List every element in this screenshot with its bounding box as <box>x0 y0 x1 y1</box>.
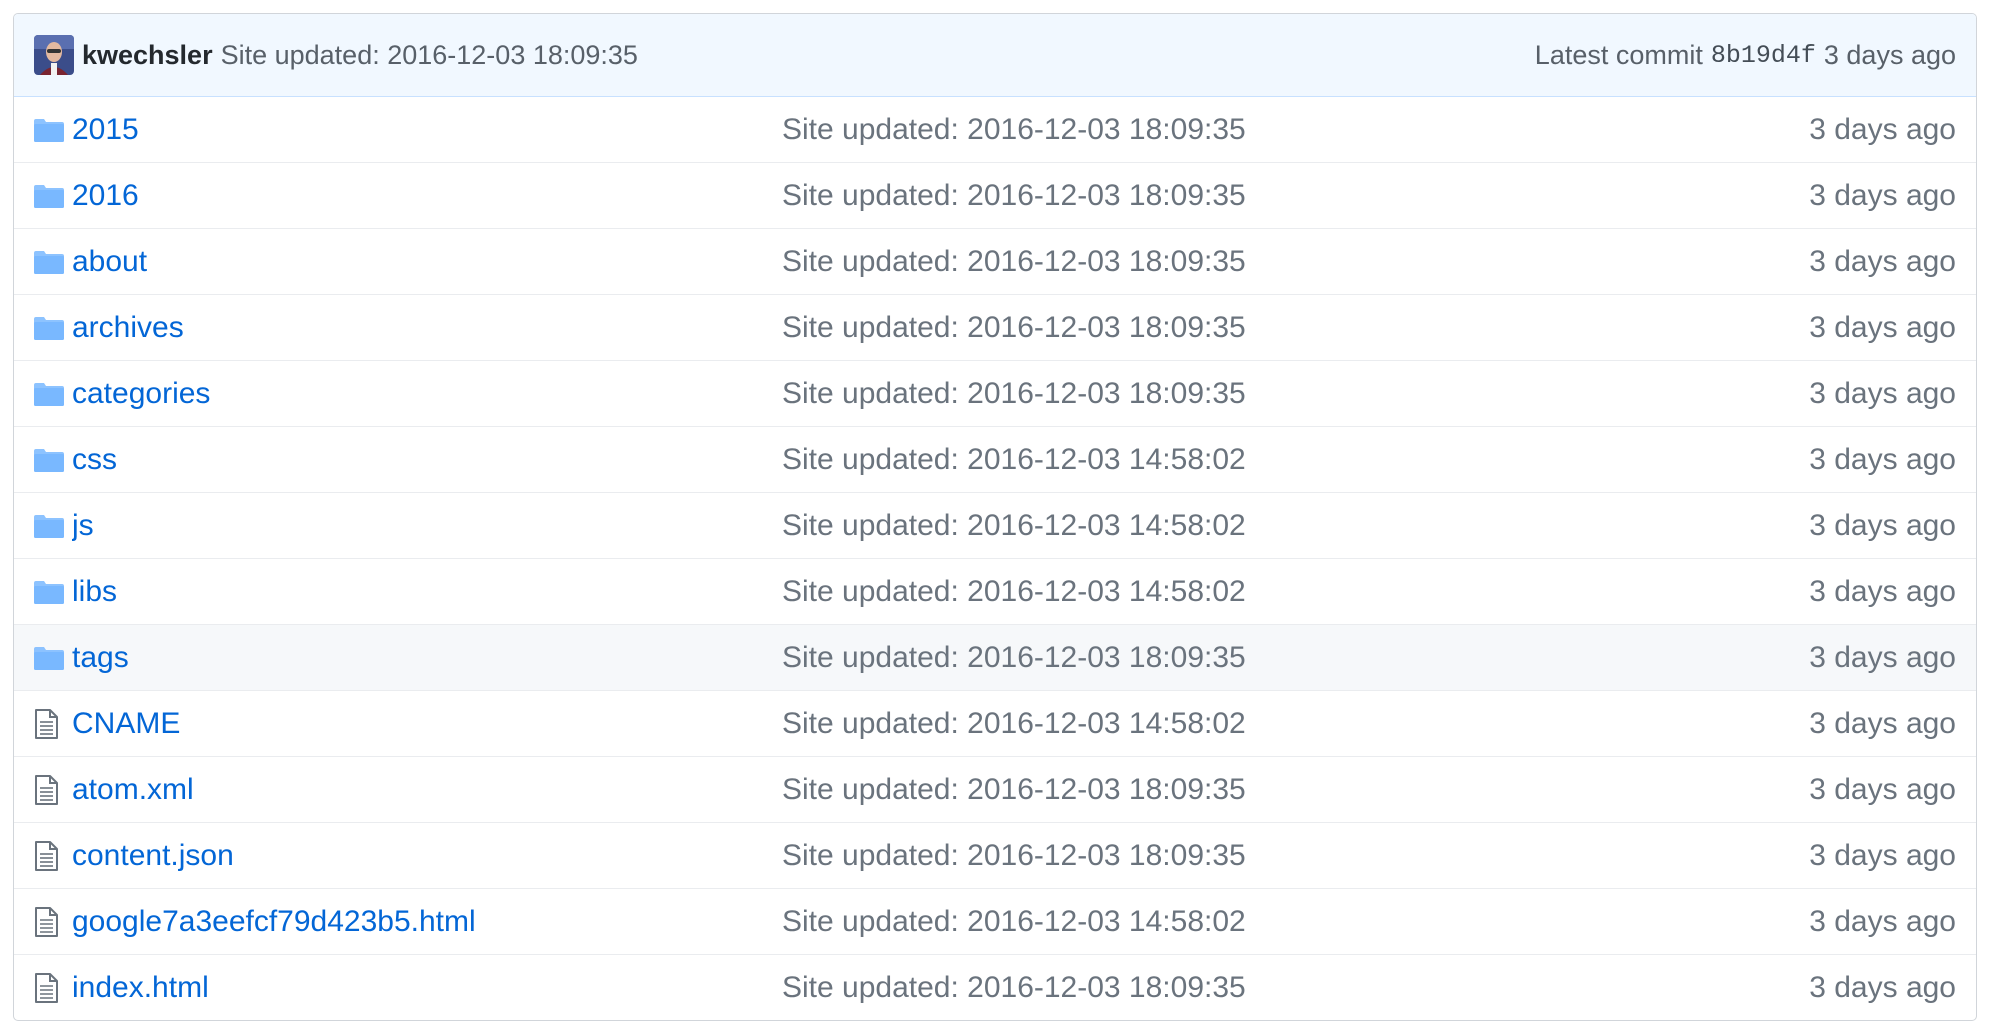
file-row[interactable]: tags Site updated: 2016-12-03 18:09:35 3 d… <box>14 625 1976 691</box>
file-name-cell: css <box>72 443 782 477</box>
file-name-cell: tags <box>72 641 782 675</box>
folder-icon <box>34 118 72 142</box>
file-name-link[interactable]: js <box>72 509 94 542</box>
latest-commit: Latest commit 8b19d4f 3 days ago <box>1535 40 1956 71</box>
file-table: kwechsler Site updated: 2016-12-03 18:09… <box>13 13 1977 1021</box>
file-age: 3 days ago <box>1809 640 1956 674</box>
folder-icon <box>34 646 72 670</box>
folder-icon <box>34 316 72 340</box>
file-name-cell: categories <box>72 377 782 411</box>
file-name-link[interactable]: tags <box>72 641 129 674</box>
file-age: 3 days ago <box>1809 112 1956 146</box>
file-commit-message[interactable]: Site updated: 2016-12-03 18:09:35 <box>782 839 1582 873</box>
file-name-link[interactable]: index.html <box>72 971 209 1004</box>
file-name-cell: index.html <box>72 971 782 1005</box>
file-row[interactable]: css Site updated: 2016-12-03 14:58:02 3 da… <box>14 427 1976 493</box>
file-row[interactable]: js Site updated: 2016-12-03 14:58:02 3 day… <box>14 493 1976 559</box>
file-age: 3 days ago <box>1809 508 1956 542</box>
file-list: 2015 Site updated: 2016-12-03 18:09:35 3 d… <box>14 97 1976 1020</box>
file-icon <box>34 708 72 739</box>
file-icon <box>34 973 72 1003</box>
file-name-link[interactable]: atom.xml <box>72 773 194 806</box>
file-name-link[interactable]: 2016 <box>72 179 139 212</box>
file-name-cell: content.json <box>72 839 782 873</box>
file-row[interactable]: CNAME Site updated: 2016-12-03 14:58:02 3 … <box>14 691 1976 757</box>
file-icon <box>34 906 72 937</box>
file-icon <box>34 840 72 871</box>
file-commit-message[interactable]: Site updated: 2016-12-03 18:09:35 <box>782 113 1582 147</box>
file-name-link[interactable]: categories <box>72 377 210 410</box>
file-age: 3 days ago <box>1809 971 1956 1004</box>
folder-icon <box>34 184 72 208</box>
file-commit-message[interactable]: Site updated: 2016-12-03 18:09:35 <box>782 377 1582 411</box>
file-commit-message[interactable]: Site updated: 2016-12-03 14:58:02 <box>782 443 1582 477</box>
commit-tease-bar: kwechsler Site updated: 2016-12-03 18:09… <box>14 14 1976 97</box>
file-name-link[interactable]: libs <box>72 575 117 608</box>
file-age: 3 days ago <box>1809 376 1956 410</box>
file-row[interactable]: atom.xml Site updated: 2016-12-03 18:09:3… <box>14 757 1976 823</box>
folder-icon <box>34 514 72 538</box>
file-commit-message[interactable]: Site updated: 2016-12-03 18:09:35 <box>782 179 1582 213</box>
file-commit-message[interactable]: Site updated: 2016-12-03 14:58:02 <box>782 707 1582 741</box>
file-name-link[interactable]: CNAME <box>72 707 180 740</box>
avatar[interactable] <box>34 35 74 75</box>
folder-icon <box>34 382 72 406</box>
file-name-cell: 2016 <box>72 179 782 213</box>
file-age: 3 days ago <box>1809 706 1956 740</box>
file-row[interactable]: about Site updated: 2016-12-03 18:09:35 3 … <box>14 229 1976 295</box>
file-name-cell: js <box>72 509 782 543</box>
commit-author[interactable]: kwechsler <box>82 40 213 71</box>
file-name-link[interactable]: 2015 <box>72 113 139 146</box>
file-row[interactable]: 2016 Site updated: 2016-12-03 18:09:35 3 d… <box>14 163 1976 229</box>
file-commit-message[interactable]: Site updated: 2016-12-03 18:09:35 <box>782 971 1582 1005</box>
file-name-link[interactable]: about <box>72 245 147 278</box>
file-commit-message[interactable]: Site updated: 2016-12-03 18:09:35 <box>782 245 1582 279</box>
file-icon <box>34 774 72 805</box>
file-name-cell: CNAME <box>72 707 782 741</box>
file-commit-message[interactable]: Site updated: 2016-12-03 14:58:02 <box>782 509 1582 543</box>
file-name-cell: archives <box>72 311 782 345</box>
file-age: 3 days ago <box>1809 244 1956 278</box>
file-name-link[interactable]: content.json <box>72 839 234 872</box>
latest-commit-label: Latest commit <box>1534 39 1703 70</box>
file-age: 3 days ago <box>1809 310 1956 344</box>
file-age: 3 days ago <box>1809 904 1956 938</box>
file-name-link[interactable]: archives <box>72 311 184 344</box>
file-age: 3 days ago <box>1809 442 1956 476</box>
file-commit-message[interactable]: Site updated: 2016-12-03 14:58:02 <box>782 575 1582 609</box>
file-commit-message[interactable]: Site updated: 2016-12-03 18:09:35 <box>782 311 1582 345</box>
file-name-cell: google7a3eefcf79d423b5.html <box>72 905 782 939</box>
commit-message[interactable]: Site updated: 2016-12-03 18:09:35 <box>221 40 638 71</box>
file-row[interactable]: archives Site updated: 2016-12-03 18:09:3… <box>14 295 1976 361</box>
folder-icon <box>34 448 72 472</box>
file-age: 3 days ago <box>1809 772 1956 806</box>
file-row[interactable]: categories Site updated: 2016-12-03 18:09… <box>14 361 1976 427</box>
file-commit-message[interactable]: Site updated: 2016-12-03 14:58:02 <box>782 905 1582 939</box>
file-row[interactable]: content.json Site updated: 2016-12-03 18:… <box>14 823 1976 889</box>
file-row[interactable]: index.html Site updated: 2016-12-03 18:09… <box>14 955 1976 1020</box>
file-name-cell: atom.xml <box>72 773 782 807</box>
file-name-cell: about <box>72 245 782 279</box>
file-name-cell: libs <box>72 575 782 609</box>
file-commit-message[interactable]: Site updated: 2016-12-03 18:09:35 <box>782 773 1582 807</box>
file-age: 3 days ago <box>1809 838 1956 872</box>
file-name-link[interactable]: css <box>72 443 117 476</box>
file-row[interactable]: 2015 Site updated: 2016-12-03 18:09:35 3 d… <box>14 97 1976 163</box>
file-age: 3 days ago <box>1809 178 1956 212</box>
folder-icon <box>34 250 72 274</box>
commit-sha[interactable]: 8b19d4f <box>1711 41 1816 70</box>
file-commit-message[interactable]: Site updated: 2016-12-03 18:09:35 <box>782 641 1582 675</box>
file-age: 3 days ago <box>1809 574 1956 608</box>
file-name-link[interactable]: google7a3eefcf79d423b5.html <box>72 905 476 938</box>
file-name-cell: 2015 <box>72 113 782 147</box>
file-row[interactable]: libs Site updated: 2016-12-03 14:58:02 3 d… <box>14 559 1976 625</box>
commit-age: 3 days ago <box>1823 39 1956 70</box>
folder-icon <box>34 580 72 604</box>
file-row[interactable]: google7a3eefcf79d423b5.html Site updated:… <box>14 889 1976 955</box>
